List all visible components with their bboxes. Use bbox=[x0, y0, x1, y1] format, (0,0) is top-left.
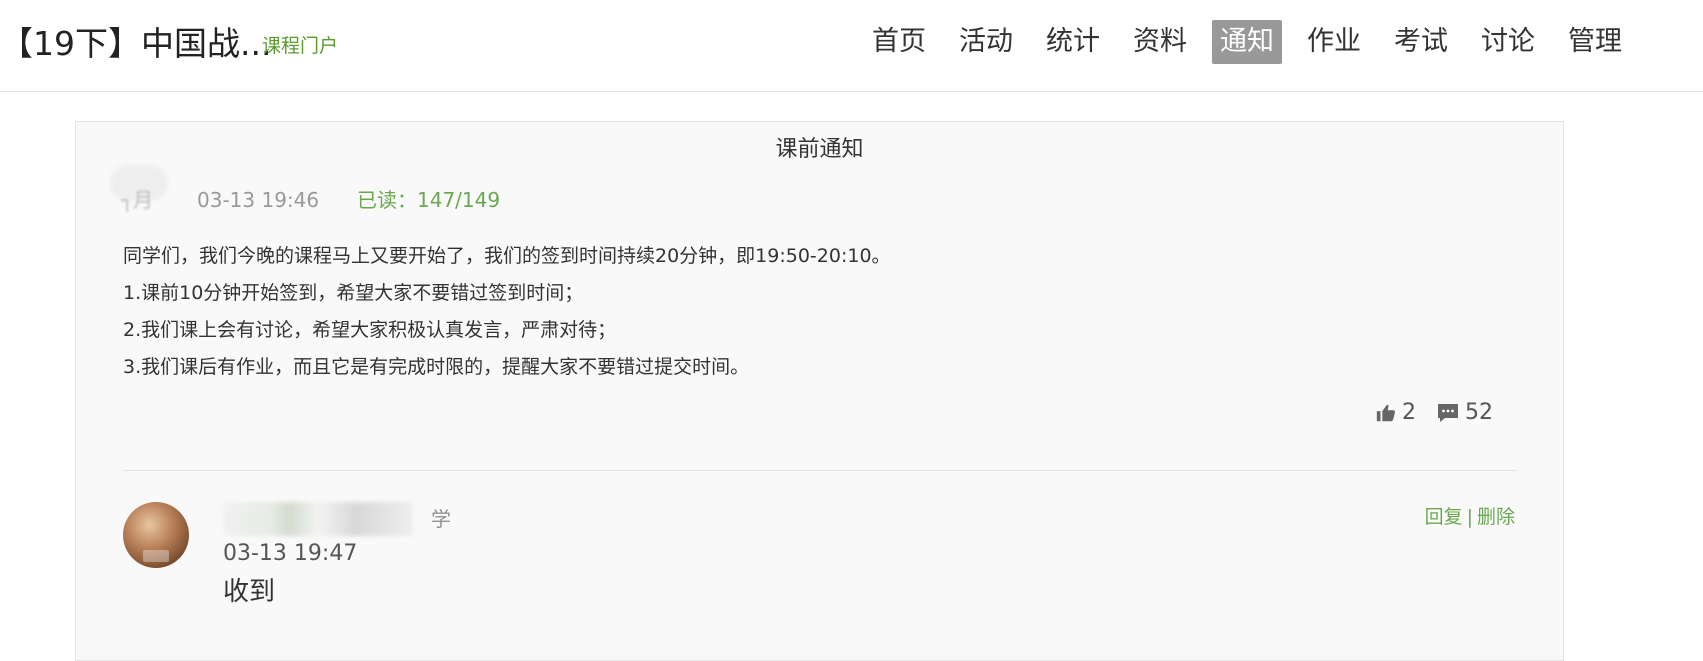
comment-icon bbox=[1438, 403, 1458, 422]
course-portal-link[interactable]: 课程门户 bbox=[262, 34, 338, 58]
comment-actions: 回复 | 删除 bbox=[1425, 505, 1515, 529]
like-count: 2 bbox=[1402, 400, 1416, 425]
notice-line: 2.我们课上会有讨论，希望大家积极认真发言，严肃对待； bbox=[123, 319, 617, 341]
read-count[interactable]: 已读：147/149 bbox=[357, 188, 500, 212]
top-header: 【19下】中国战... 课程门户 首页 活动 统计 资料 通知 作业 考试 讨论… bbox=[0, 0, 1703, 92]
notice-card: 课前通知 ┐月 03-13 19:46 已读：147/149 同学们，我们今晚的… bbox=[75, 121, 1564, 661]
divider bbox=[123, 470, 1517, 471]
commenter-name-blurred bbox=[223, 502, 413, 536]
notice-line: 1.课前10分钟开始签到，希望大家不要错过签到时间； bbox=[123, 282, 584, 304]
notice-stats: 2 52 bbox=[1355, 400, 1493, 425]
nav-item-activities[interactable]: 活动 bbox=[951, 20, 1021, 64]
like-button[interactable]: 2 bbox=[1375, 400, 1416, 425]
nav-item-management[interactable]: 管理 bbox=[1560, 20, 1630, 64]
notice-line: 同学们，我们今晚的课程马上又要开始了，我们的签到时间持续20分钟，即19:50-… bbox=[123, 245, 891, 267]
comment-text: 收到 bbox=[223, 577, 276, 607]
delete-link[interactable]: 删除 bbox=[1477, 506, 1515, 528]
notice-title: 课前通知 bbox=[775, 137, 864, 162]
nav-item-statistics[interactable]: 统计 bbox=[1038, 20, 1108, 64]
notice-body: 同学们，我们今晚的课程马上又要开始了，我们的签到时间持续20分钟，即19:50-… bbox=[123, 238, 1503, 386]
notice-line: 3.我们课后有作业，而且它是有完成时限的，提醒大家不要错过提交时间。 bbox=[123, 356, 750, 378]
nav-item-notices[interactable]: 通知 bbox=[1212, 20, 1282, 64]
nav-item-homework[interactable]: 作业 bbox=[1299, 20, 1369, 64]
nav-item-home[interactable]: 首页 bbox=[864, 20, 934, 64]
nav-item-discussions[interactable]: 讨论 bbox=[1473, 20, 1543, 64]
thumbs-up-icon bbox=[1376, 404, 1395, 421]
commenter-avatar[interactable] bbox=[123, 502, 189, 568]
author-name-blurred: ┐月 bbox=[121, 188, 154, 212]
avatar-tag bbox=[143, 550, 169, 562]
notice-post-time: 03-13 19:46 bbox=[197, 188, 320, 212]
comment-count: 52 bbox=[1465, 400, 1493, 425]
main-nav: 首页 活动 统计 资料 通知 作业 考试 讨论 管理 bbox=[864, 19, 1630, 65]
comment-count-button[interactable]: 52 bbox=[1436, 400, 1493, 425]
commenter-name-suffix: 学 bbox=[431, 507, 451, 531]
action-separator: | bbox=[1466, 506, 1473, 528]
nav-item-exams[interactable]: 考试 bbox=[1386, 20, 1456, 64]
comment-time: 03-13 19:47 bbox=[223, 541, 358, 566]
course-title: 【19下】中国战... bbox=[0, 24, 272, 63]
reply-link[interactable]: 回复 bbox=[1425, 506, 1463, 528]
nav-item-materials[interactable]: 资料 bbox=[1125, 20, 1195, 64]
